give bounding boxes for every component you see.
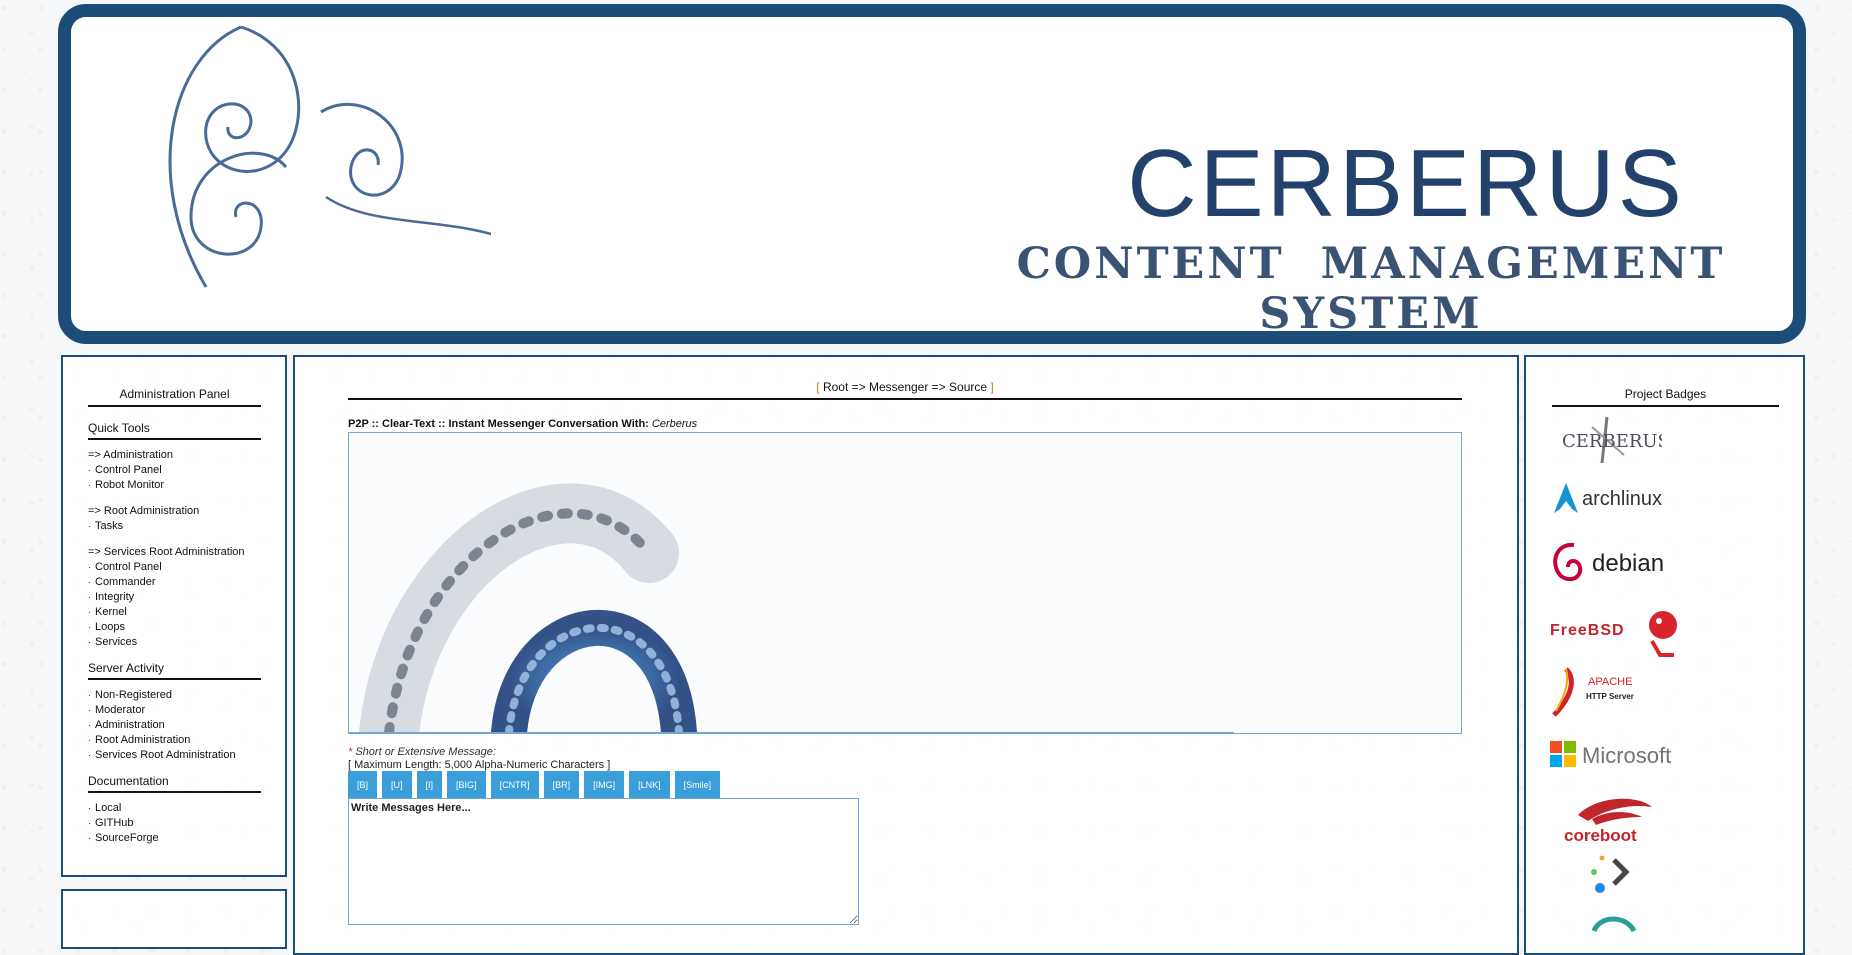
badge-freebsd[interactable]: FreeBSD [1548, 601, 1688, 662]
microsoft-logo-icon: Microsoft [1550, 741, 1671, 768]
debian-logo-icon: debian [1553, 542, 1664, 582]
badge-coreboot[interactable]: coreboot [1558, 789, 1668, 850]
header-banner: CERBERUS CONTENT MANAGEMENT SYSTEM [58, 4, 1806, 344]
server-activity-moderator[interactable]: · Moderator [88, 703, 261, 718]
project-badges-title: Project Badges [1552, 387, 1779, 407]
menu-header-administration[interactable]: => Administration [88, 448, 261, 463]
menu-item-control-panel[interactable]: · Control Panel [88, 463, 261, 478]
badge-apache[interactable]: APACHE HTTP Server [1548, 667, 1668, 722]
line-break-button[interactable]: [BR] [543, 771, 580, 799]
message-input[interactable] [348, 798, 859, 925]
underline-button[interactable]: [U] [382, 771, 412, 799]
center-button[interactable]: [CNTR] [490, 771, 539, 799]
main-content: [ Root => Messenger => Source ] P2P :: C… [293, 355, 1519, 955]
terminal-logo-icon [1591, 855, 1630, 893]
project-badges-panel: Project Badges CERBERUS archlinux debian… [1524, 355, 1805, 955]
svg-text:debian: debian [1592, 550, 1664, 577]
svg-text:HTTP Server: HTTP Server [1586, 692, 1634, 701]
doc-link-github[interactable]: · GITHub [88, 816, 261, 831]
server-activity-services-root[interactable]: · Services Root Administration [88, 748, 261, 763]
badge-partial[interactable] [1590, 913, 1640, 938]
menu-item-services[interactable]: · Services [88, 635, 261, 650]
menu-group-root-administration: => Root Administration · Tasks [88, 504, 261, 534]
svg-text:coreboot: coreboot [1564, 826, 1637, 845]
quick-tools-title: Quick Tools [88, 421, 261, 440]
server-activity-list: · Non-Registered · Moderator · Administrati… [88, 688, 261, 763]
image-button[interactable]: [IMG] [584, 771, 625, 799]
conversation-divider [349, 732, 1234, 733]
admin-panel-title: Administration Panel [88, 387, 261, 407]
svg-text:APACHE: APACHE [1588, 676, 1632, 688]
site-title: CERBERUS [1127, 130, 1685, 237]
italic-button[interactable]: [I] [416, 771, 443, 799]
badge-archlinux[interactable]: archlinux [1552, 479, 1682, 524]
conversation-heading: P2P :: Clear-Text :: Instant Messenger C… [348, 418, 698, 430]
badge-terminal[interactable] [1588, 852, 1638, 901]
breadcrumb: [ Root => Messenger => Source ] [348, 380, 1462, 400]
server-activity-administration[interactable]: · Administration [88, 718, 261, 733]
menu-item-loops[interactable]: · Loops [88, 620, 261, 635]
server-activity-root-administration[interactable]: · Root Administration [88, 733, 261, 748]
apache-feather-icon: APACHE HTTP Server [1552, 667, 1634, 717]
left-panel-secondary [61, 889, 287, 949]
server-activity-non-registered[interactable]: · Non-Registered [88, 688, 261, 703]
svg-text:Microsoft: Microsoft [1582, 743, 1671, 768]
svg-text:CERBERUS: CERBERUS [1562, 431, 1662, 452]
format-toolbar: [B] [U] [I] [BIG] [CNTR] [BR] [IMG] [LNK… [348, 771, 721, 799]
doc-link-local[interactable]: · Local [88, 801, 261, 816]
breadcrumb-path[interactable]: Root => Messenger => Source [823, 380, 987, 394]
link-button[interactable]: [LNK] [629, 771, 670, 799]
menu-item-control-panel-services[interactable]: · Control Panel [88, 560, 261, 575]
menu-item-kernel[interactable]: · Kernel [88, 605, 261, 620]
smile-button[interactable]: [Smile] [674, 771, 721, 799]
conversation-window[interactable] [348, 432, 1462, 734]
swirl-logo-icon [168, 25, 491, 288]
menu-item-commander[interactable]: · Commander [88, 575, 261, 590]
menu-item-robot-monitor[interactable]: · Robot Monitor [88, 478, 261, 493]
message-limit: [ Maximum Length: 5,000 Alpha-Numeric Ch… [348, 759, 611, 771]
documentation-title: Documentation [88, 774, 261, 793]
server-activity-title: Server Activity [88, 661, 261, 680]
menu-item-tasks[interactable]: · Tasks [88, 519, 261, 534]
svg-text:archlinux: archlinux [1582, 488, 1662, 510]
bold-button[interactable]: [B] [348, 771, 378, 799]
message-label: * Short or Extensive Message: [348, 746, 496, 758]
menu-group-administration: => Administration · Control Panel · Robot … [88, 448, 261, 493]
freebsd-logo-icon: FreeBSD [1550, 611, 1677, 657]
admin-panel: Administration Panel Quick Tools => Admi… [61, 355, 287, 877]
menu-header-root-administration[interactable]: => Root Administration [88, 504, 261, 519]
menu-header-services-root[interactable]: => Services Root Administration [88, 545, 261, 560]
partial-logo-icon [1591, 916, 1637, 933]
conversation-partner: Cerberus [651, 418, 698, 430]
cerberus-logo-icon: CERBERUS [1562, 416, 1670, 464]
badge-debian[interactable]: debian [1548, 537, 1688, 592]
doc-link-sourceforge[interactable]: · SourceForge [88, 831, 261, 846]
site-subtitle: CONTENT MANAGEMENT SYSTEM [1016, 239, 1726, 339]
menu-item-integrity[interactable]: · Integrity [88, 590, 261, 605]
big-button[interactable]: [BIG] [447, 771, 486, 799]
documentation-list: · Local · GITHub · SourceForge [88, 801, 261, 846]
archlinux-logo-icon: archlinux [1554, 483, 1662, 513]
badge-microsoft[interactable]: Microsoft [1550, 737, 1680, 776]
svg-text:FreeBSD: FreeBSD [1550, 622, 1625, 639]
coreboot-logo-icon: coreboot [1564, 798, 1652, 845]
menu-group-services-root: => Services Root Administration · Control… [88, 545, 261, 650]
badge-cerberus[interactable]: CERBERUS [1552, 415, 1670, 470]
swirl-art-icon [359, 483, 697, 733]
